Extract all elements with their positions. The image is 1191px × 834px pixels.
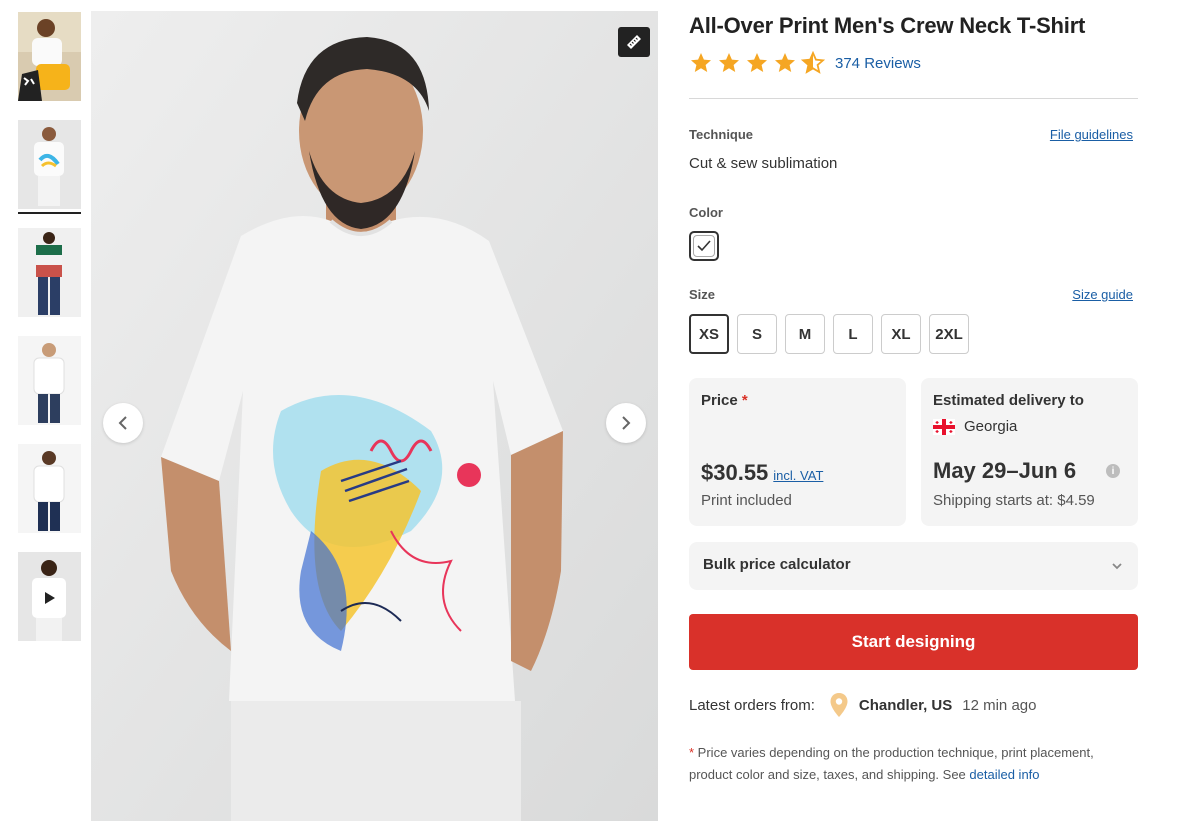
size-label: Size (689, 287, 716, 302)
reviews-link[interactable]: 374 Reviews (835, 55, 921, 72)
size-option-xl[interactable]: XL (881, 314, 921, 354)
latest-orders: Latest orders from: Chandler, US 12 min … (689, 692, 1036, 718)
start-designing-button[interactable]: Start designing (689, 614, 1138, 670)
delivery-title: Estimated delivery to (933, 392, 1084, 409)
price-footnote: * Price varies depending on the producti… (689, 742, 1138, 786)
location-pin-icon (830, 693, 848, 717)
price-title: Price * (701, 392, 748, 409)
ruler-icon[interactable] (618, 27, 650, 57)
delivery-dates: May 29–Jun 6 (933, 458, 1077, 483)
bulk-price-calculator[interactable]: Bulk price calculator (689, 542, 1138, 590)
order-city: Chandler, US (858, 696, 953, 714)
delivery-card: Estimated delivery to Georgia May 29–Jun… (921, 378, 1138, 526)
star-icon (691, 53, 711, 72)
shipping-cost: Shipping starts at: $4.59 (933, 492, 1095, 509)
size-guide-link[interactable]: Size guide (1072, 287, 1133, 302)
chevron-down-icon (1112, 563, 1122, 570)
divider (689, 98, 1138, 99)
product-title: All-Over Print Men's Crew Neck T-Shirt (689, 13, 1086, 38)
bulk-label: Bulk price calculator (703, 556, 851, 573)
size-option-2xl[interactable]: 2XL (929, 314, 969, 354)
file-guidelines-link[interactable]: File guidelines (1050, 127, 1133, 142)
star-rating (689, 51, 825, 75)
star-half-icon (801, 51, 825, 74)
color-label: Color (689, 205, 723, 220)
star-icon (775, 53, 795, 72)
star-icon (747, 53, 767, 72)
thumbnail-4[interactable] (18, 336, 81, 425)
rating-row: 374 Reviews (689, 51, 921, 75)
country-name: Georgia (964, 418, 1018, 435)
detailed-info-link[interactable]: detailed info (969, 767, 1039, 782)
price-amount: $30.55 (701, 460, 769, 485)
size-option-l[interactable]: L (833, 314, 873, 354)
check-icon (697, 240, 711, 252)
thumbnail-3[interactable] (18, 228, 81, 317)
chevron-right-icon[interactable] (606, 403, 646, 443)
thumbnail-5[interactable] (18, 444, 81, 533)
required-mark: * (741, 392, 748, 409)
size-options: XS S M L XL 2XL (689, 314, 969, 354)
size-option-m[interactable]: M (785, 314, 825, 354)
technique-label: Technique (689, 127, 754, 142)
vat-link[interactable]: incl. VAT (773, 468, 823, 483)
chevron-left-icon[interactable] (103, 403, 143, 443)
thumbnail-1[interactable] (18, 12, 81, 101)
price-note: Print included (701, 492, 792, 509)
thumbnail-active-indicator (18, 212, 81, 214)
thumbnail-video[interactable] (18, 552, 81, 641)
color-swatch-white[interactable] (689, 231, 719, 261)
price-card: Price * $30.55 incl. VAT Print included (689, 378, 906, 526)
latest-orders-label: Latest orders from: (689, 696, 815, 714)
order-time: 12 min ago (962, 696, 1037, 714)
thumbnail-2[interactable] (18, 120, 81, 209)
georgia-flag-icon (933, 418, 955, 435)
main-product-image (91, 11, 658, 821)
color-swatch-inner (693, 235, 715, 257)
size-option-s[interactable]: S (737, 314, 777, 354)
star-icon (719, 53, 739, 72)
size-option-xs[interactable]: XS (689, 314, 729, 354)
price-label: Price (701, 392, 738, 409)
technique-value: Cut & sew sublimation (689, 155, 838, 172)
model-illustration (91, 11, 658, 821)
info-icon[interactable]: i (1106, 464, 1120, 478)
price-value-row: $30.55 incl. VAT (701, 460, 823, 486)
play-icon[interactable] (35, 583, 65, 613)
delivery-country[interactable]: Georgia (933, 418, 1017, 435)
